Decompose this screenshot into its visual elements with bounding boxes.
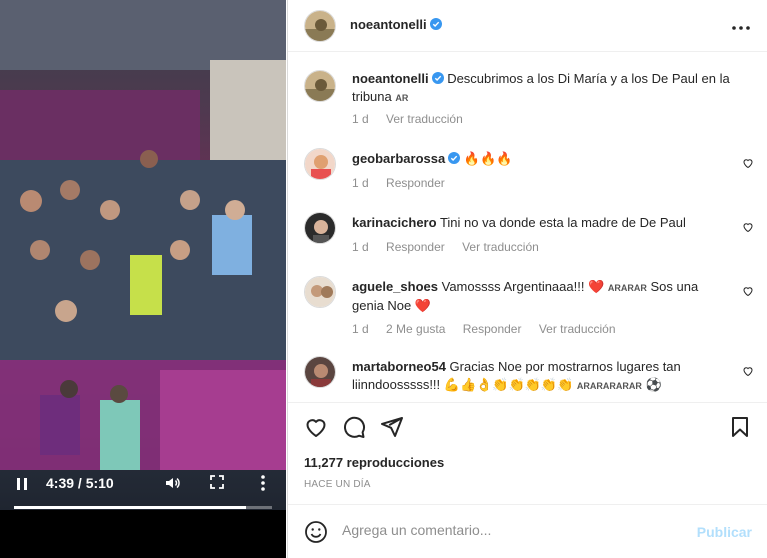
video-controls: 4:39 / 5:10	[0, 468, 286, 510]
comment-input[interactable]	[342, 522, 662, 538]
reply-link[interactable]: Responder	[386, 176, 445, 190]
post-header: noeantonelli	[288, 0, 767, 52]
verified-badge-icon	[448, 151, 461, 164]
header-username-row: noeantonelli	[350, 17, 442, 32]
comment-item: karinacichero Tini no va donde esta la m…	[288, 212, 767, 260]
comment-username[interactable]: karinacichero	[352, 215, 437, 230]
share-send-icon[interactable]	[380, 415, 404, 439]
add-comment-bar: Publicar	[288, 504, 767, 558]
verified-badge-icon	[431, 71, 444, 84]
avatar[interactable]	[304, 10, 336, 42]
reply-link[interactable]: Responder	[386, 240, 445, 254]
caption-username[interactable]: noeantonelli	[352, 71, 429, 86]
comment-bubble-icon[interactable]	[342, 415, 366, 439]
video-progress-bar[interactable]	[14, 506, 272, 509]
comment-body: 🔥🔥🔥	[463, 151, 513, 166]
caption-text: noeantonelli Descubrimos a los Di María …	[352, 70, 732, 107]
see-translation-link[interactable]: Ver traducción	[462, 240, 539, 254]
like-comment-heart-icon[interactable]	[742, 285, 754, 297]
fullscreen-icon[interactable]	[210, 475, 224, 489]
comment-meta: 1 d Responder Ver traducción	[352, 240, 553, 254]
comment-likes[interactable]: 2 Me gusta	[386, 322, 445, 336]
publish-button[interactable]: Publicar	[697, 524, 752, 540]
like-comment-heart-icon[interactable]	[742, 365, 754, 377]
caption: noeantonelli Descubrimos a los Di María …	[288, 68, 767, 132]
see-translation-link[interactable]: Ver traducción	[539, 322, 616, 336]
avatar[interactable]	[304, 70, 336, 102]
comment-time[interactable]: 1 d	[352, 112, 369, 126]
comment-username[interactable]: aguele_shoes	[352, 279, 438, 294]
comment-text: karinacichero Tini no va donde esta la m…	[352, 214, 732, 232]
comment-username[interactable]: martaborneo54	[352, 359, 446, 374]
comment-body: Vamossss Argentinaaa!!! ❤️	[441, 279, 605, 294]
avatar[interactable]	[304, 276, 336, 308]
verified-badge-icon	[429, 18, 442, 30]
views-count[interactable]: 11,277 reproducciones	[304, 455, 444, 470]
avatar[interactable]	[304, 212, 336, 244]
comment-time[interactable]: 1 d	[352, 176, 369, 190]
header-username[interactable]: noeantonelli	[350, 17, 427, 32]
caption-meta: 1 d Ver traducción	[352, 112, 477, 126]
comments-list: noeantonelli Descubrimos a los Di María …	[288, 52, 767, 402]
comment-text: geobarbarossa 🔥🔥🔥	[352, 150, 732, 168]
comment-item: martaborneo54 Gracias Noe por mostrarnos…	[288, 356, 767, 402]
comment-time[interactable]: 1 d	[352, 240, 369, 254]
see-translation-link[interactable]: Ver traducción	[386, 112, 463, 126]
flag-tag: ARARAR	[607, 283, 647, 293]
flag-tag: AR	[395, 93, 409, 103]
comment-body: Tini no va donde esta la madre de De Pau…	[439, 215, 686, 230]
comment-text: aguele_shoes Vamossss Argentinaaa!!! ❤️ …	[352, 278, 732, 315]
video-player[interactable]: 4:39 / 5:10	[0, 0, 286, 558]
more-vertical-icon[interactable]	[260, 474, 266, 492]
like-comment-heart-icon[interactable]	[742, 157, 754, 169]
emoji-smiley-icon[interactable]	[304, 520, 328, 544]
pause-icon[interactable]	[14, 476, 30, 492]
avatar[interactable]	[304, 356, 336, 388]
video-progress-fill	[14, 506, 247, 509]
volume-icon[interactable]	[164, 474, 182, 492]
comment-time[interactable]: 1 d	[352, 322, 369, 336]
flag-tag: ARARARARAR	[576, 381, 642, 391]
post-side-panel: noeantonelli noeantonelli Descubrimos a …	[287, 0, 767, 558]
comment-body-cont: ⚽	[645, 377, 662, 392]
reply-link[interactable]: Responder	[463, 322, 522, 336]
comment-item: aguele_shoes Vamossss Argentinaaa!!! ❤️ …	[288, 276, 767, 340]
like-heart-icon[interactable]	[304, 415, 328, 439]
more-horizontal-icon[interactable]	[732, 14, 750, 35]
comment-item: geobarbarossa 🔥🔥🔥 1 d Responder	[288, 148, 767, 196]
comment-username[interactable]: geobarbarossa	[352, 151, 445, 166]
save-bookmark-icon[interactable]	[728, 415, 752, 439]
video-timecode: 4:39 / 5:10	[46, 475, 114, 491]
avatar[interactable]	[304, 148, 336, 180]
comment-text: martaborneo54 Gracias Noe por mostrarnos…	[352, 358, 732, 395]
video-frame	[0, 0, 286, 510]
comment-meta: 1 d Responder	[352, 176, 459, 190]
post-time[interactable]: HACE UN DÍA	[304, 479, 371, 490]
post-actions: 11,277 reproducciones HACE UN DÍA	[288, 402, 767, 502]
like-comment-heart-icon[interactable]	[742, 221, 754, 233]
comment-meta: 1 d 2 Me gusta Responder Ver traducción	[352, 322, 630, 336]
